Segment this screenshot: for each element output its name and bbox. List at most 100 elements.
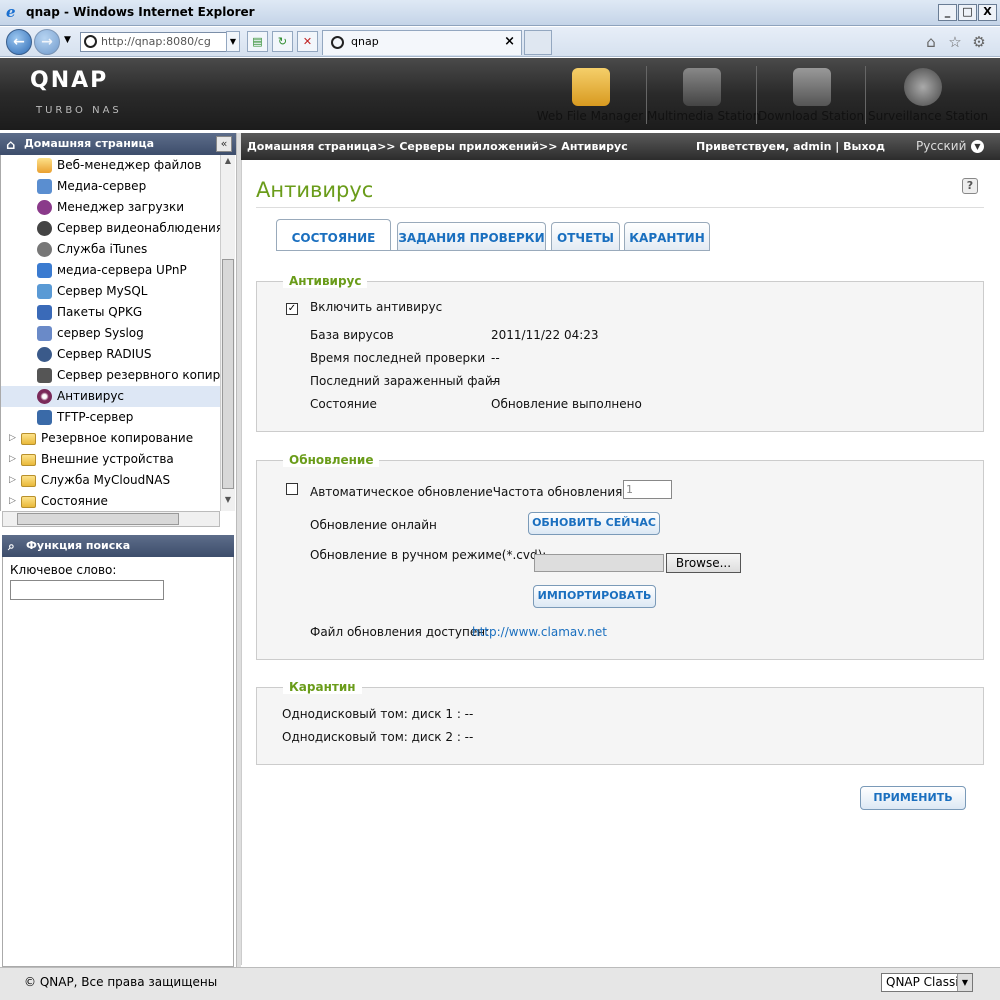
enable-antivirus-checkbox[interactable]: ✓ [286,303,298,315]
import-button[interactable]: ИМПОРТИРОВАТЬ [533,585,656,608]
sidebar-item-backup-server[interactable]: Сервер резервного копирова [37,365,220,386]
sidebar-item-upnp[interactable]: медиа-сервера UPnP [37,260,220,281]
update-frequency-input[interactable]: 1 [623,480,672,499]
sidebar-tree: Веб-менеджер файлов Медиа-сервер Менедже… [0,155,220,511]
expand-arrow-icon[interactable]: ▷ [9,470,16,491]
qpkg-icon [37,305,52,320]
tab-status[interactable]: СОСТОЯНИЕ [276,219,391,251]
auto-update-checkbox[interactable] [286,483,298,495]
browse-button[interactable]: Browse... [666,553,741,573]
scroll-up-icon[interactable]: ▲ [222,156,234,170]
auto-update-label: Автоматическое обновлениеЧастота обновле… [310,485,660,499]
folder-icon [21,496,36,508]
compat-view-icon[interactable]: ▤ [247,31,268,52]
browser-toolbar: ← → ▼ http://qnap:8080/cg ▼ ▤ ↻ ✕ qnap × … [0,27,1000,57]
language-dropdown-icon[interactable]: ▼ [971,140,984,153]
sidebar-horizontal-scrollbar[interactable] [2,511,220,527]
update-now-button[interactable]: ОБНОВИТЬ СЕЙЧАС [528,512,660,535]
last-infected-label: Последний зараженный файл [310,374,501,388]
skin-select[interactable]: QNAP Classic ▼ [881,973,973,992]
status-label: Состояние [310,397,377,411]
expand-arrow-icon[interactable]: ▷ [9,449,16,470]
apple-icon [37,242,52,257]
update-legend: Обновление [283,453,380,467]
tab-quarantine[interactable]: КАРАНТИН [624,222,710,250]
app-multimedia-station[interactable]: Multimedia Station [647,58,760,130]
sidebar-folder-external-devices[interactable]: ▷ Внешние устройства [1,449,220,470]
sidebar-item-media-server[interactable]: Медиа-сервер [37,176,220,197]
close-window-button[interactable]: X [978,4,997,21]
sidebar-vertical-scrollbar[interactable]: ▲ ▼ [220,155,235,511]
manual-update-file-input[interactable] [534,554,664,572]
favorites-star-icon[interactable]: ☆ [946,33,964,51]
back-icon[interactable]: ← [6,29,32,55]
expand-arrow-icon[interactable]: ▷ [9,491,16,511]
sidebar-item-download-manager[interactable]: Менеджер загрузки [37,197,220,218]
sidebar-item-radius[interactable]: Сервер RADIUS [37,344,220,365]
quarantine-disk-1: Однодисковый том: диск 1 : -- [282,707,474,721]
maximize-button[interactable]: □ [958,4,977,21]
sidebar-folder-status[interactable]: ▷ Состояние [1,491,220,511]
page-title: Антивирус [256,178,374,202]
forward-icon[interactable]: → [34,29,60,55]
address-bar[interactable]: http://qnap:8080/cg [80,32,238,52]
window-title-bar: e qnap - Windows Internet Explorer _ □ X [0,0,1000,26]
scroll-thumb[interactable] [17,513,179,525]
new-tab-button[interactable] [524,30,552,55]
sidebar-folder-mycloudnas[interactable]: ▷ Служба MyCloudNAS [1,470,220,491]
history-dropdown-icon[interactable]: ▼ [64,35,71,45]
stop-icon[interactable]: ✕ [297,31,318,52]
tab-reports[interactable]: ОТЧЕТЫ [551,222,620,250]
camera-icon [37,221,52,236]
clamav-link[interactable]: http://www.clamav.net [472,625,607,639]
apply-button[interactable]: ПРИМЕНИТЬ [860,786,966,810]
backup-server-icon [37,368,52,383]
sidebar-item-web-file-manager[interactable]: Веб-менеджер файлов [37,155,220,176]
keyword-input[interactable] [10,580,164,600]
online-update-label: Обновление онлайн [310,518,437,532]
welcome-logout[interactable]: Приветствуем, admin | Выход [696,133,885,160]
language-selector[interactable]: Русский [916,133,966,160]
sidebar-folder-backup[interactable]: ▷ Резервное копирование [1,428,220,449]
sidebar-item-syslog[interactable]: сервер Syslog [37,323,220,344]
syslog-icon [37,326,52,341]
quarantine-disk-2: Однодисковый том: диск 2 : -- [282,730,474,744]
virus-db-value: 2011/11/22 04:23 [491,328,599,342]
minimize-button[interactable]: _ [938,4,957,21]
breadcrumb: Домашняя страница>> Серверы приложений>>… [241,133,1000,160]
browser-tab[interactable]: qnap × [322,30,522,55]
scroll-down-icon[interactable]: ▼ [222,495,234,509]
ie-logo-icon: e [6,3,16,21]
last-scan-value: -- [491,351,500,365]
sidebar-item-mysql[interactable]: Сервер MySQL [37,281,220,302]
collapse-sidebar-button[interactable]: « [216,136,232,152]
folder-icon [21,433,36,445]
sidebar-item-surveillance-server[interactable]: Сервер видеонаблюдения [37,218,220,239]
sidebar-item-antivirus[interactable]: Антивирус [1,386,220,407]
help-icon[interactable]: ? [962,178,978,194]
quarantine-fieldset [256,687,984,765]
qnap-tab-icon [331,36,344,49]
home-icon[interactable]: ⌂ [922,33,940,51]
app-download-station[interactable]: Download Station [757,58,865,130]
sidebar-item-itunes[interactable]: Служба iTunes [37,239,220,260]
app-separator [865,66,866,124]
app-surveillance-station[interactable]: Surveillance Station [868,58,988,130]
app-web-file-manager[interactable]: Web File Manager [536,58,644,130]
last-infected-value: -- [491,374,500,388]
download-icon [37,200,52,215]
tools-gear-icon[interactable]: ⚙ [970,33,988,51]
enable-antivirus-label: Включить антивирус [310,300,443,314]
search-icon: ⌕ [8,539,15,553]
address-dropdown-icon[interactable]: ▼ [226,31,240,52]
expand-arrow-icon[interactable]: ▷ [9,428,16,449]
refresh-icon[interactable]: ↻ [272,31,293,52]
close-tab-icon[interactable]: × [504,31,515,53]
sidebar-header[interactable]: ⌂ Домашняя страница [0,133,236,155]
sidebar-item-qpkg[interactable]: Пакеты QPKG [37,302,220,323]
scroll-thumb[interactable] [222,259,234,489]
title-divider [256,207,984,208]
skin-dropdown-icon[interactable]: ▼ [957,974,972,991]
sidebar-item-tftp[interactable]: TFTP-сервер [37,407,220,428]
tab-scan-jobs[interactable]: ЗАДАНИЯ ПРОВЕРКИ [397,222,546,250]
